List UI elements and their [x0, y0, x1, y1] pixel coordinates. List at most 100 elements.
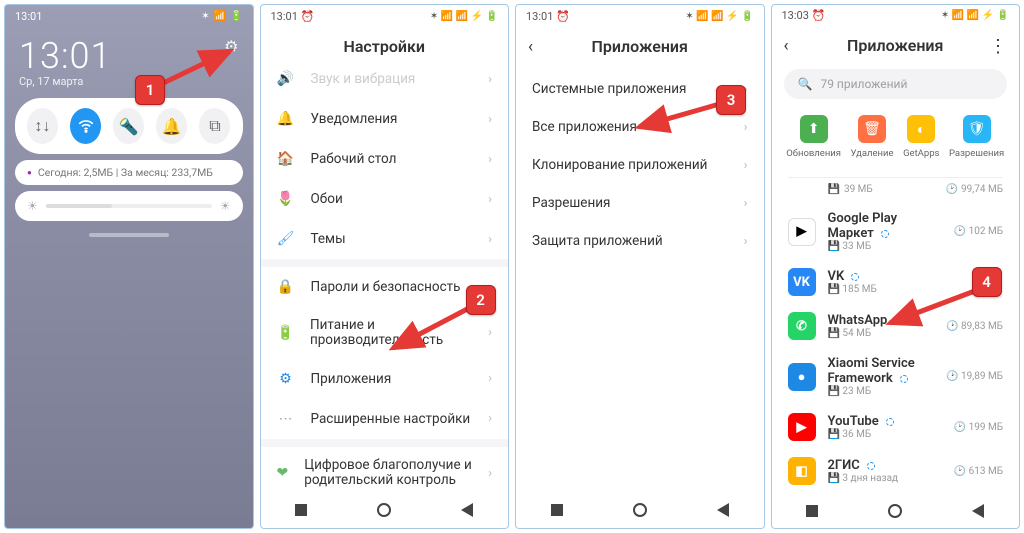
divider: [788, 177, 1004, 178]
settings-row-extended[interactable]: ⋯ Расширенные настройки ›: [261, 399, 509, 439]
apps-settings-panel: 13:01 ⏰ ✶ 📶 📶 ⚡ 🔋 ‹ Приложения Системные…: [515, 4, 765, 529]
page-title: Настройки: [261, 37, 509, 56]
chevron-right-icon: ›: [488, 411, 492, 426]
app-row[interactable]: ◧2ГИС 💾 3 дня назад🕑 613 МБ: [772, 449, 1020, 493]
qs-toggle-wifi[interactable]: [70, 108, 101, 144]
more-icon[interactable]: ⋮: [989, 36, 1007, 57]
data-usage-pill[interactable]: ● Сегодня: 2,5МБ | За месяц: 233,7МБ: [15, 160, 243, 185]
chevron-right-icon: ›: [488, 280, 492, 295]
panel-drag-handle[interactable]: [89, 233, 169, 237]
brightness-slider[interactable]: ☀ ☀: [15, 191, 243, 221]
status-bar: 13:01 ✶📶🔋: [5, 5, 253, 27]
app-size-label: 💾 23 МБ: [828, 386, 935, 397]
quick-settings: ↕↓ 🔦 🔔 ⧉: [15, 98, 243, 154]
app-icon: ▶: [788, 413, 816, 441]
status-bar: 13:03 ⏰ ✶ 📶 📶 ⚡ 🔋: [772, 5, 1020, 26]
back-icon[interactable]: ‹: [528, 37, 533, 57]
status-bar: 13:01 ⏰ ✶ 📶 📶 ⚡ 🔋: [261, 5, 509, 27]
battery-icon: 🔋: [277, 324, 294, 342]
chevron-right-icon: ›: [744, 196, 748, 211]
theme-icon: 🖌: [277, 230, 295, 248]
chip-updates[interactable]: ⬆ Обновления: [786, 115, 841, 159]
brightness-track[interactable]: [46, 204, 212, 208]
nav-back[interactable]: [972, 504, 984, 518]
settings-row-themes[interactable]: 🖌 Темы ›: [261, 219, 509, 259]
chip-permissions[interactable]: 🛡 Разрешения: [949, 115, 1004, 159]
nav-back[interactable]: [717, 503, 729, 517]
status-bar: 13:01 ⏰ ✶ 📶 📶 ⚡ 🔋: [516, 5, 764, 27]
settings-list: 🔊 Звук и вибрация › 🔔 Уведомления › 🏠 Ра…: [261, 70, 509, 492]
status-icons: ✶📶🔋: [201, 11, 242, 22]
row-app-protection[interactable]: Защита приложений ›: [516, 222, 764, 260]
app-time-label: 🕑 102 МБ: [954, 226, 1003, 237]
app-icon: ◧: [788, 457, 816, 485]
chip-delete[interactable]: 🗑 Удаление: [851, 115, 894, 159]
bell-icon: 🔔: [277, 110, 295, 128]
search-icon: 🔍: [798, 77, 813, 91]
lockscreen-panel: 13:01 ✶📶🔋 ⚙ 13:01 Ср, 17 марта ↕↓ 🔦 🔔 ⧉ …: [4, 4, 254, 529]
callout-arrow-1: [145, 45, 245, 95]
app-time-label: 🕑 199 МБ: [954, 422, 1003, 433]
apps-icon: ⚙: [277, 370, 295, 388]
nav-recent[interactable]: [295, 504, 307, 516]
nav-bar: [772, 493, 1020, 528]
settings-row-apps[interactable]: ⚙ Приложения ›: [261, 359, 509, 399]
section-spacer: [261, 439, 509, 447]
nav-recent[interactable]: [551, 504, 563, 516]
app-size-label: 💾 54 МБ: [828, 328, 935, 339]
settings-row-wellbeing[interactable]: ❤ Цифровое благополучие и родительский к…: [261, 447, 509, 492]
chip-getapps[interactable]: ◐ GetApps: [903, 115, 939, 159]
status-icons: ✶ 📶 📶 ⚡ 🔋: [941, 10, 1009, 21]
nav-back[interactable]: [461, 503, 473, 517]
app-size-label: 💾 36 МБ: [828, 429, 942, 440]
app-size-label: 💾 33 МБ: [828, 241, 942, 252]
chevron-right-icon: ›: [488, 192, 492, 207]
wellbeing-icon: ❤: [277, 464, 289, 482]
callout-arrow-4: [882, 285, 987, 330]
search-placeholder: 79 приложений: [820, 77, 907, 91]
row-clone-apps[interactable]: Клонирование приложений ›: [516, 146, 764, 184]
settings-row-audio[interactable]: 🔊 Звук и вибрация ›: [261, 70, 509, 99]
nav-recent[interactable]: [806, 505, 818, 517]
nav-home[interactable]: [377, 503, 391, 517]
qs-toggle-sound[interactable]: 🔔: [156, 108, 187, 144]
status-icons: ✶ 📶 📶 ⚡ 🔋: [430, 11, 498, 22]
app-icon: ●: [788, 363, 816, 391]
page-title: Приложения: [516, 37, 764, 56]
qs-toggle-screenshot[interactable]: ⧉: [199, 108, 230, 144]
chevron-right-icon: ›: [744, 234, 748, 249]
settings-row-notifications[interactable]: 🔔 Уведомления ›: [261, 99, 509, 139]
qs-toggle-flashlight[interactable]: 🔦: [113, 108, 144, 144]
brightness-high-icon: ☀: [220, 199, 231, 213]
qs-toggle-orientation[interactable]: ↕↓: [27, 108, 58, 144]
back-icon[interactable]: ‹: [784, 36, 789, 56]
data-usage-text: Сегодня: 2,5МБ | За месяц: 233,7МБ: [38, 166, 213, 179]
app-name-label: 2ГИС: [828, 458, 942, 473]
chevron-right-icon: ›: [744, 120, 748, 135]
settings-row-wallpaper[interactable]: 🌷 Обои ›: [261, 179, 509, 219]
app-name-label: VK: [828, 269, 992, 284]
quick-actions-row: ⬆ Обновления 🗑 Удаление ◐ GetApps 🛡 Разр…: [772, 111, 1020, 171]
app-name-label: Google Play Маркет: [828, 211, 942, 241]
app-row[interactable]: ▶YouTube 💾 36 МБ🕑 199 МБ: [772, 405, 1020, 449]
app-time-label: 🕑 19,89 МБ: [946, 371, 1003, 382]
chevron-right-icon: ›: [488, 232, 492, 247]
chevron-right-icon: ›: [488, 325, 492, 340]
row-permissions[interactable]: Разрешения ›: [516, 184, 764, 222]
nav-bar: [516, 492, 764, 528]
nav-home[interactable]: [633, 503, 647, 517]
nav-home[interactable]: [888, 504, 902, 518]
callout-arrow-2: [381, 300, 481, 355]
status-icons: ✶ 📶 📶 ⚡ 🔋: [685, 11, 753, 22]
app-row[interactable]: ●Xiaomi Service Framework 💾 23 МБ🕑 19,89…: [772, 348, 1020, 405]
settings-row-home[interactable]: 🏠 Рабочий стол ›: [261, 139, 509, 179]
search-field[interactable]: 🔍 79 приложений: [784, 69, 1008, 99]
partial-row: 💾 39 МБ 🕑 99,74 МБ: [772, 184, 1020, 203]
app-row[interactable]: ▶Google Play Маркет 💾 33 МБ🕑 102 МБ: [772, 203, 1020, 260]
app-icon: ✆: [788, 312, 816, 340]
home-icon: 🏠: [277, 150, 295, 168]
extended-icon: ⋯: [277, 410, 295, 428]
apps-list: ▶Google Play Маркет 💾 33 МБ🕑 102 МБVKVK …: [772, 203, 1020, 493]
chevron-right-icon: ›: [488, 371, 492, 386]
callout-arrow-3: [631, 97, 731, 137]
